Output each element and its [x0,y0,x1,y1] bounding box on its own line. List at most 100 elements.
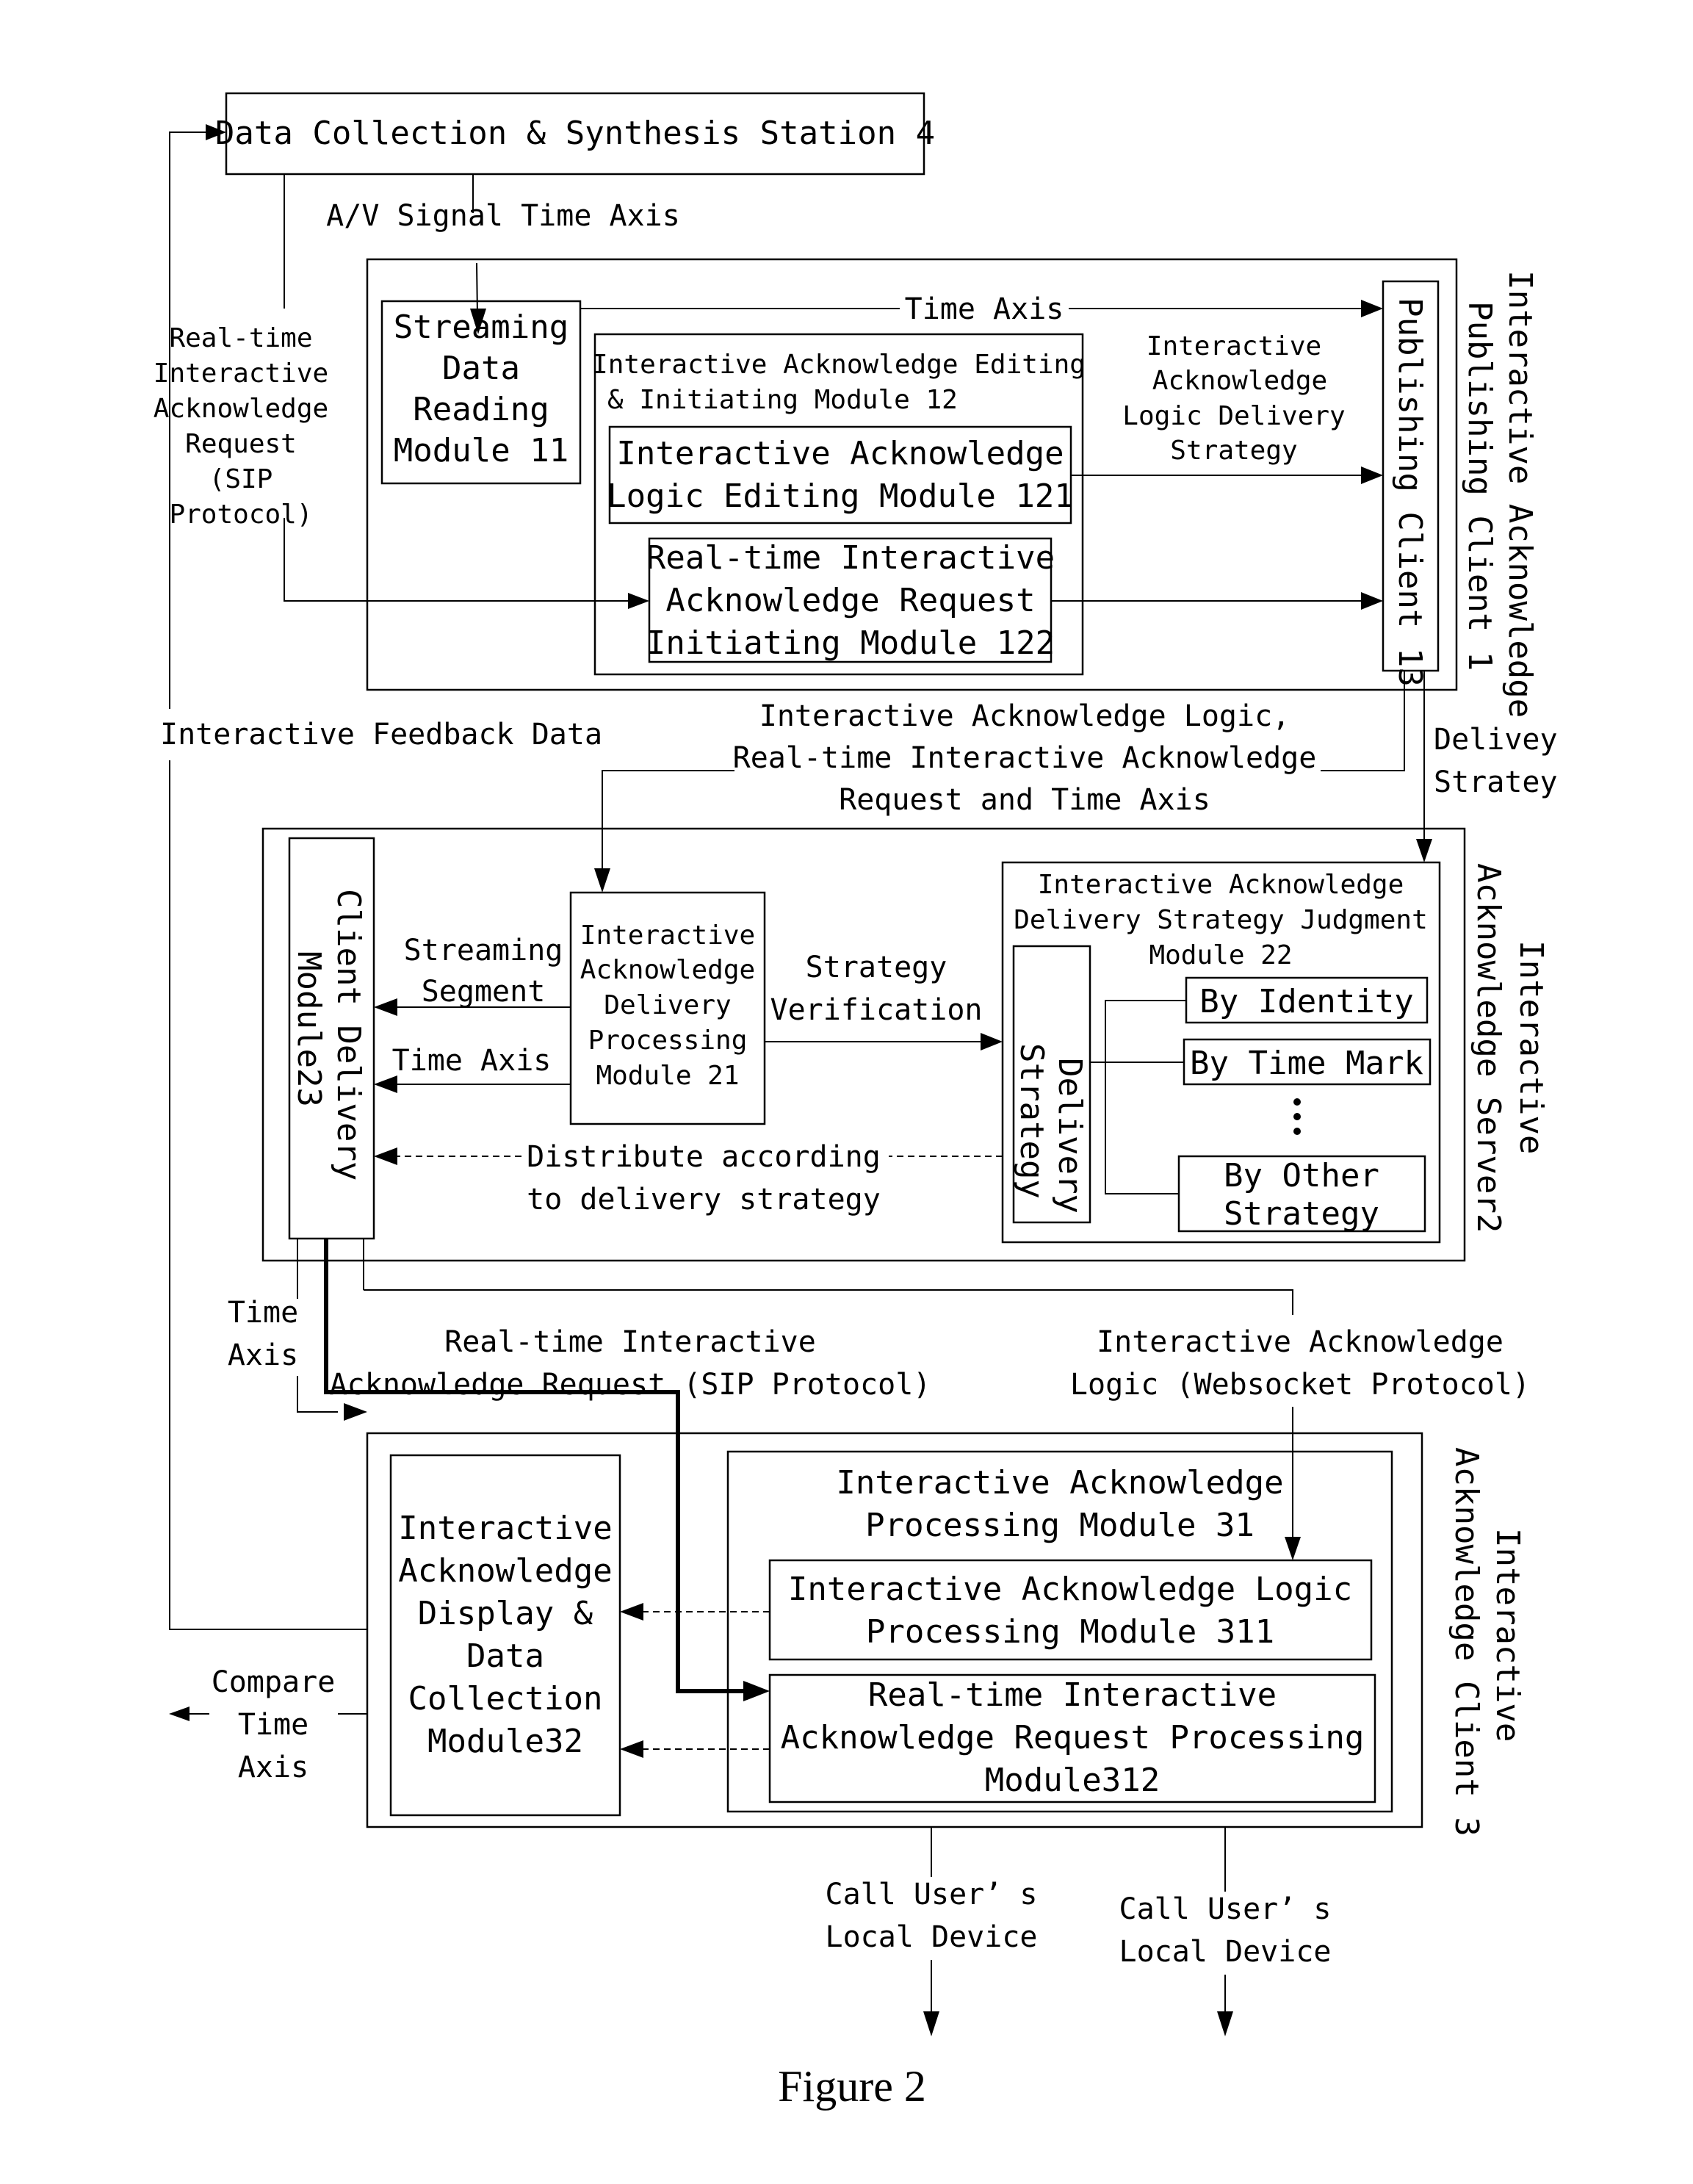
ellipsis-icon [1293,1098,1301,1135]
svg-text:Strategy: Strategy [1170,436,1297,466]
svg-text:Module312: Module312 [985,1762,1160,1799]
av-signal-label: A/V Signal Time Axis [326,199,680,233]
svg-text:Processing Module 311: Processing Module 311 [866,1613,1274,1651]
svg-text:Interactive: Interactive [1147,331,1321,361]
svg-text:Interactive Acknowledge Logic,: Interactive Acknowledge Logic, [759,699,1290,733]
delivey-stratey-label: Delivey Stratey [1434,723,1558,799]
module-31-label: Interactive Acknowledge Processing Modul… [836,1464,1283,1544]
svg-text:Interactive: Interactive [580,920,755,951]
svg-text:Reading: Reading [413,391,549,428]
arrowhead [1361,466,1383,484]
logic-delivery-strategy-label: Interactive Acknowledge Logic Delivery S… [1122,331,1345,466]
svg-text:Module32: Module32 [427,1723,583,1760]
svg-text:Axis: Axis [228,1338,298,1372]
svg-text:Strategy: Strategy [1013,1043,1050,1199]
svg-text:Acknowledge Server2: Acknowledge Server2 [1470,863,1507,1233]
strategy-bracket [1105,1000,1186,1194]
feedback-data-label: Interactive Feedback Data [160,718,602,752]
svg-text:Acknowledge Client 3: Acknowledge Client 3 [1448,1447,1485,1837]
arrowhead [374,998,397,1016]
svg-text:Module 11: Module 11 [394,432,568,469]
svg-text:Real-time Interactive: Real-time Interactive [444,1325,816,1359]
svg-text:Real-time Interactive: Real-time Interactive [868,1676,1277,1714]
sip-request-low-label: Real-time Interactive Acknowledge Reques… [330,1325,931,1402]
svg-text:Time: Time [238,1708,308,1742]
svg-text:Streaming: Streaming [404,934,563,967]
svg-text:Call User’ s: Call User’ s [826,1878,1038,1911]
module-32-label: Interactive Acknowledge Display & Data C… [398,1510,612,1760]
arrowhead [594,868,610,893]
svg-text:Local Device: Local Device [826,1920,1038,1954]
module-121-label: Interactive Acknowledge Logic Editing Mo… [607,435,1074,515]
svg-text:Request and Time Axis: Request and Time Axis [839,783,1210,817]
module-312-label: Real-time Interactive Acknowledge Reques… [781,1676,1365,1799]
server-2-title: Interactive Acknowledge Server2 [1470,863,1550,1233]
svg-text:Compare: Compare [212,1665,336,1699]
arrowhead [628,593,649,609]
svg-text:Streaming: Streaming [394,309,568,346]
arrowhead [1361,592,1383,610]
svg-text:Acknowledge Request Processing: Acknowledge Request Processing [781,1719,1365,1756]
svg-text:Processing Module 31: Processing Module 31 [865,1507,1255,1544]
svg-text:Interactive Acknowledge: Interactive Acknowledge [1501,270,1539,718]
module-122-label: Real-time Interactive Acknowledge Reques… [646,539,1055,662]
svg-text:Distribute according: Distribute according [527,1140,881,1174]
arrowhead [374,1075,397,1093]
arrowhead [923,2011,939,2036]
svg-text:Verification: Verification [770,993,983,1027]
call-device-2-label: Call User’ s Local Device [1119,1892,1332,1969]
arrowhead [1217,2011,1233,2036]
call-device-1-label: Call User’ s Local Device [826,1878,1038,1954]
svg-text:Logic Delivery: Logic Delivery [1122,401,1345,431]
editing-module-12-label: Interactive Acknowledge Editing & Initia… [592,350,1086,415]
svg-text:Strategy: Strategy [1224,1195,1379,1233]
sip-line-bottom [284,518,635,602]
time-axis-low-label: Time Axis [228,1296,298,1372]
svg-text:Delivery: Delivery [1051,1058,1089,1214]
svg-text:Acknowledge Request (SIP Proto: Acknowledge Request (SIP Protocol) [330,1368,931,1402]
arrowhead [743,1681,770,1701]
svg-text:Axis: Axis [238,1751,308,1784]
svg-text:Delivery: Delivery [604,990,731,1020]
svg-text:Interactive: Interactive [1489,1528,1526,1742]
module-21-label: Interactive Acknowledge Delivery Process… [580,920,755,1091]
svg-text:Logic (Websocket Protocol): Logic (Websocket Protocol) [1070,1368,1530,1402]
svg-text:Publishing Client 1: Publishing Client 1 [1461,301,1498,671]
svg-text:Real-time Interactive Acknowle: Real-time Interactive Acknowledge [733,741,1317,775]
module-22-label: Interactive Acknowledge Delivery Strateg… [1014,870,1428,970]
websocket-label: Interactive Acknowledge Logic (Websocket… [1070,1325,1530,1402]
distribute-label: Distribute according to delivery strateg… [527,1140,881,1217]
arrowhead [620,1603,643,1621]
time-axis-mid-label: Time Axis [392,1044,552,1078]
svg-text:Module23: Module23 [290,951,328,1107]
streaming-segment-label: Streaming Segment [404,934,563,1009]
svg-text:Time: Time [228,1296,298,1330]
svg-text:Delivery Strategy Judgment: Delivery Strategy Judgment [1014,905,1428,935]
svg-text:Acknowledge: Acknowledge [398,1552,612,1590]
svg-text:Client Delivery: Client Delivery [330,889,367,1181]
arrowhead [620,1740,643,1758]
svg-text:Real-time: Real-time [169,323,312,353]
arrowhead [344,1403,367,1421]
svg-text:Processing: Processing [588,1026,748,1056]
svg-text:Protocol): Protocol) [169,500,312,530]
svg-text:Delivey: Delivey [1434,723,1558,757]
svg-text:to delivery strategy: to delivery strategy [527,1183,881,1217]
svg-text:Module 21: Module 21 [596,1061,739,1091]
strategy-other-label: By Other Strategy [1224,1157,1379,1233]
svg-text:Interactive: Interactive [1512,940,1550,1154]
svg-text:Interactive: Interactive [398,1510,612,1547]
svg-text:Display &: Display & [418,1595,593,1632]
svg-text:Logic Editing Module 121: Logic Editing Module 121 [607,477,1074,515]
strategy-verification-label: Strategy Verification [770,951,983,1027]
svg-text:By Other: By Other [1224,1157,1379,1194]
system-diagram: Data Collection & Synthesis Station 4 In… [154,92,1558,2111]
svg-text:Interactive: Interactive [154,358,328,389]
svg-text:Acknowledge Request: Acknowledge Request [665,582,1035,619]
svg-text:Interactive Acknowledge: Interactive Acknowledge [1097,1325,1504,1359]
time-axis-top-label: Time Axis [905,292,1064,326]
svg-text:Collection: Collection [408,1680,603,1718]
client-delivery-label: Client Delivery Module23 [290,889,367,1181]
svg-text:Acknowledge: Acknowledge [1152,366,1327,396]
logic-request-line-left [602,770,734,878]
